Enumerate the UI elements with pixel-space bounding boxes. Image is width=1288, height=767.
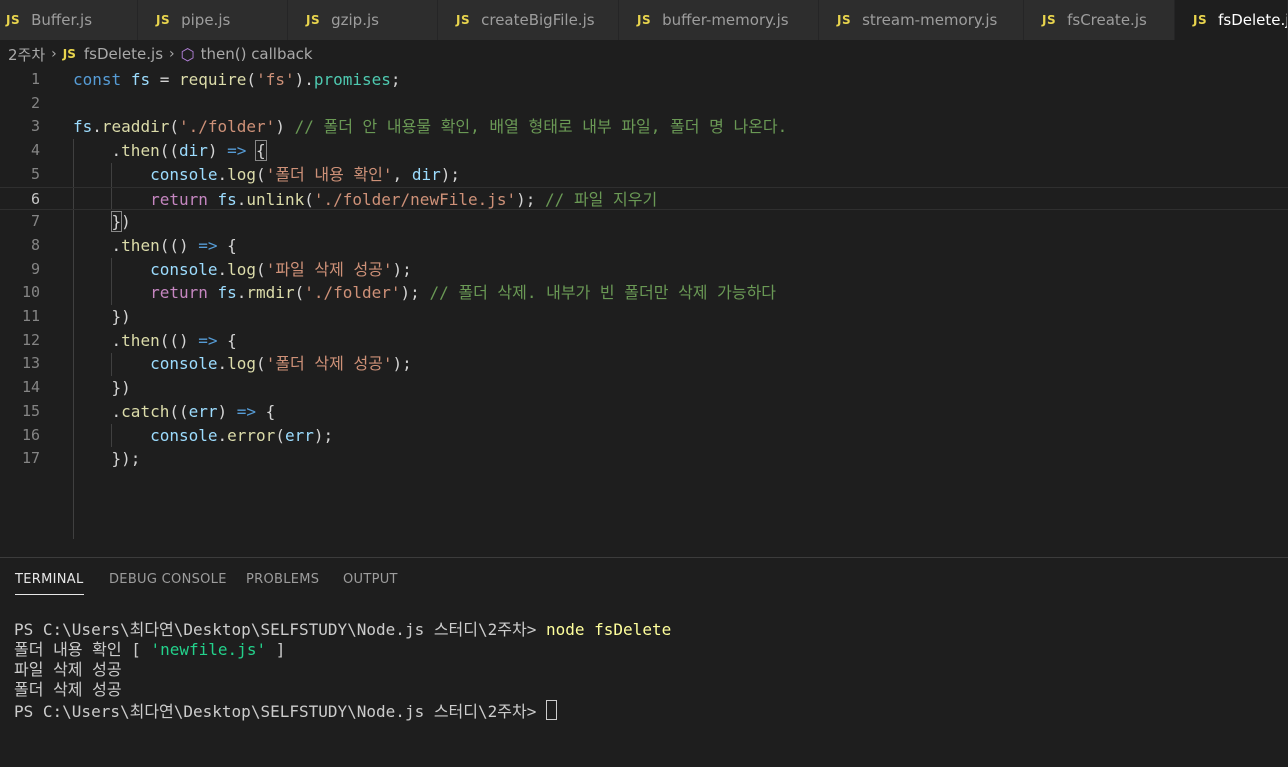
terminal-output-line: 폴더 삭제 성공 <box>14 680 122 699</box>
line-number: 6 <box>30 189 40 208</box>
tab-buffer-js[interactable]: JS Buffer.js <box>0 0 138 40</box>
terminal-output-line: ] <box>266 640 286 659</box>
code-line: 11 }) <box>0 305 1288 329</box>
editor-tab-bar: JS Buffer.js JS pipe.js JS gzip.js JS create… <box>0 0 1288 40</box>
code-line-current: 6 return fs.unlink('./folder/newFile.js'… <box>0 186 1288 211</box>
tab-stream-memory-js[interactable]: JS stream-memory.js <box>819 0 1024 40</box>
js-file-icon: JS <box>837 13 852 27</box>
line-number: 3 <box>30 117 40 136</box>
tab-label: createBigFile.js <box>481 11 595 29</box>
js-file-icon: JS <box>306 13 321 27</box>
code-text: console.error(err); <box>150 425 334 445</box>
code-text: console.log('폴더 내용 확인', dir); <box>150 164 460 184</box>
code-text: .then((dir) => { <box>73 140 267 162</box>
line-number: 9 <box>30 259 40 278</box>
line-number: 12 <box>21 330 40 349</box>
tab-problems[interactable]: PROBLEMS <box>246 558 319 602</box>
code-line: 7 }) <box>0 210 1288 234</box>
tab-label: fsDelete.js <box>1218 11 1287 29</box>
code-line: 3 fs.readdir('./folder') // 폴더 안 내용물 확인,… <box>0 115 1288 139</box>
code-line: 14 }) <box>0 376 1288 400</box>
tab-buffer-memory-js[interactable]: JS buffer-memory.js <box>619 0 819 40</box>
code-line: 16 console.error(err); <box>0 424 1288 448</box>
code-text: .then(() => { <box>73 330 237 350</box>
tab-fsdelete-js[interactable]: JS fsDelete.js <box>1175 0 1288 40</box>
line-number: 15 <box>21 401 40 420</box>
tab-label: gzip.js <box>331 11 379 29</box>
terminal-prompt: PS C:\Users\최다연\Desktop\SELFSTUDY\Node.j… <box>14 702 546 721</box>
tab-terminal[interactable]: TERMINAL <box>15 558 84 602</box>
code-line: 10 return fs.rmdir('./folder'); // 폴더 삭제… <box>0 281 1288 305</box>
breadcrumb-folder[interactable]: 2주차 <box>8 44 45 65</box>
code-text: const fs = require('fs').promises; <box>73 70 401 89</box>
chevron-right-icon: › <box>51 46 57 62</box>
js-file-icon: JS <box>1042 13 1057 27</box>
terminal-output-line: 파일 삭제 성공 <box>14 660 122 679</box>
symbol-method-icon: ⬡ <box>180 44 195 64</box>
line-number: 7 <box>30 212 40 231</box>
js-file-icon: JS <box>156 13 171 27</box>
line-number: 13 <box>21 354 40 373</box>
line-number: 11 <box>21 307 40 325</box>
breadcrumb-file[interactable]: fsDelete.js <box>84 45 163 63</box>
line-number: 8 <box>30 235 40 254</box>
line-number: 4 <box>30 141 40 160</box>
code-line: 1 const fs = require('fs').promises; <box>0 68 1288 92</box>
code-text: return fs.rmdir('./folder'); // 폴더 삭제. 내… <box>150 283 777 303</box>
code-text: fs.readdir('./folder') // 폴더 안 내용물 확인, 배… <box>73 117 788 137</box>
code-text: .then(() => { <box>73 235 237 255</box>
code-text: }) <box>73 307 131 326</box>
code-line: 9 console.log('파일 삭제 성공'); <box>0 258 1288 282</box>
tab-label: fsCreate.js <box>1067 11 1147 29</box>
js-file-icon: JS <box>62 47 76 61</box>
breadcrumb-symbol[interactable]: then() callback <box>201 45 313 63</box>
code-line: 12 .then(() => { <box>0 329 1288 353</box>
line-number: 10 <box>21 283 40 302</box>
code-editor[interactable]: 1 const fs = require('fs').promises; 2 3… <box>0 68 1288 539</box>
terminal-output-line: 폴더 내용 확인 [ <box>14 640 151 659</box>
tab-label: buffer-memory.js <box>662 11 789 29</box>
line-number: 16 <box>21 425 40 444</box>
tab-label: Buffer.js <box>31 11 93 29</box>
tab-output[interactable]: OUTPUT <box>343 558 398 602</box>
code-text: }) <box>110 211 131 233</box>
code-text: }) <box>73 378 131 398</box>
tab-createbigfile-js[interactable]: JS createBigFile.js <box>438 0 619 40</box>
code-text: }); <box>73 449 141 469</box>
code-line: 8 .then(() => { <box>0 234 1288 258</box>
js-file-icon: JS <box>1193 13 1208 27</box>
terminal-string-value: 'newfile.js' <box>150 640 267 659</box>
bottom-panel: TERMINAL DEBUG CONSOLE PROBLEMS OUTPUT P… <box>0 557 1288 767</box>
terminal-output[interactable]: PS C:\Users\최다연\Desktop\SELFSTUDY\Node.j… <box>14 620 671 722</box>
line-number: 5 <box>30 164 40 183</box>
breadcrumb: 2주차 › JS fsDelete.js › ⬡ then() callback <box>0 40 1288 68</box>
code-text: console.log('파일 삭제 성공'); <box>150 259 412 279</box>
tab-debug-console[interactable]: DEBUG CONSOLE <box>109 558 227 602</box>
js-file-icon: JS <box>6 13 21 27</box>
code-line: 2 <box>0 92 1288 116</box>
line-number: 1 <box>30 70 40 88</box>
code-text: console.log('폴더 삭제 성공'); <box>150 354 412 374</box>
code-line: 4 .then((dir) => { <box>0 139 1288 163</box>
line-number: 2 <box>30 93 40 112</box>
code-line: 17 }); <box>0 447 1288 471</box>
terminal-cursor <box>545 700 557 720</box>
chevron-right-icon: › <box>169 46 175 62</box>
tab-fscreate-js[interactable]: JS fsCreate.js <box>1024 0 1175 40</box>
code-text: return fs.unlink('./folder/newFile.js');… <box>150 189 658 209</box>
tab-label: stream-memory.js <box>862 11 998 29</box>
code-line: 15 .catch((err) => { <box>0 400 1288 424</box>
code-text: .catch((err) => { <box>73 401 276 421</box>
tab-gzip-js[interactable]: JS gzip.js <box>288 0 438 40</box>
line-number: 14 <box>21 378 40 397</box>
code-line: 13 console.log('폴더 삭제 성공'); <box>0 352 1288 376</box>
line-number: 17 <box>21 449 40 468</box>
js-file-icon: JS <box>456 13 471 27</box>
terminal-prompt: PS C:\Users\최다연\Desktop\SELFSTUDY\Node.j… <box>14 620 546 639</box>
js-file-icon: JS <box>637 13 652 27</box>
tab-label: pipe.js <box>181 11 231 29</box>
tab-pipe-js[interactable]: JS pipe.js <box>138 0 288 40</box>
terminal-command: node fsDelete <box>545 620 672 639</box>
code-line: 5 console.log('폴더 내용 확인', dir); <box>0 163 1288 187</box>
